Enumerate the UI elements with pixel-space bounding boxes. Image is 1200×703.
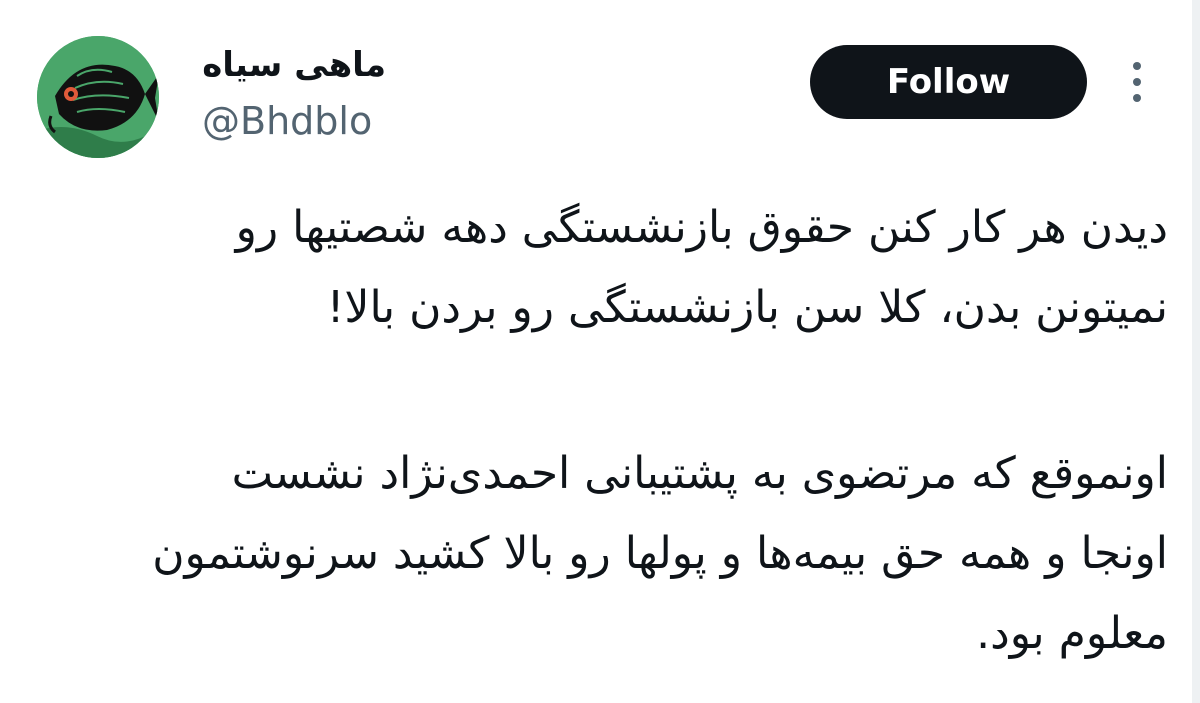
- follow-button[interactable]: Follow: [810, 45, 1087, 119]
- tweet-line: اونجا و همه حق بیمه‌ها و پولها رو بالا ک…: [152, 528, 1168, 579]
- paragraph-break: [28, 348, 1168, 434]
- avatar[interactable]: [37, 36, 159, 158]
- tweet-line: معلوم بود.: [976, 608, 1168, 659]
- fish-illustration: [37, 36, 159, 158]
- tweet-line: اونموقع که مرتضوی به پشتیبانی احمدی‌نژاد…: [231, 448, 1168, 499]
- tweet-text: دیدن هر کار کنن حقوق بازنشستگی دهه شصتیه…: [28, 188, 1168, 674]
- more-vertical-icon[interactable]: [1124, 58, 1150, 106]
- user-handle[interactable]: @Bhdblo: [202, 96, 372, 146]
- tweet-card: ماهی سیاه @Bhdblo Follow دیدن هر کار کنن…: [0, 0, 1200, 703]
- edge-divider: [1192, 0, 1200, 703]
- tweet-line: نمیتونن بدن، کلا سن بازنشستگی رو بردن با…: [326, 282, 1168, 333]
- tweet-line: دیدن هر کار کنن حقوق بازنشستگی دهه شصتیه…: [235, 202, 1168, 253]
- display-name[interactable]: ماهی سیاه: [200, 40, 386, 90]
